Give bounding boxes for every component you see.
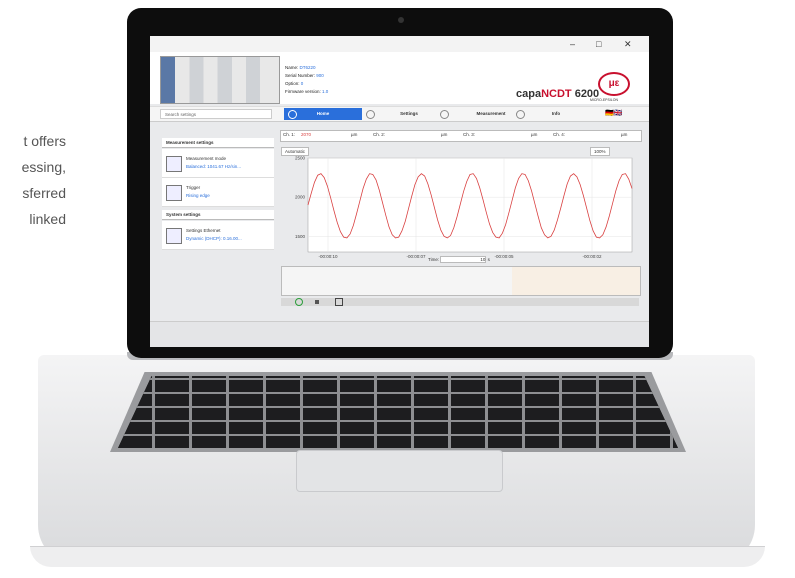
trigger-item[interactable]: Trigger Rising edge [162, 178, 274, 207]
firmware-value: 1.0 [322, 89, 329, 94]
side-text-line-4: linked [29, 211, 66, 227]
product-prefix: capa [516, 88, 542, 100]
channel-3-unit: µm [531, 132, 538, 137]
device-image [160, 56, 280, 104]
option-value: 0 [300, 81, 304, 86]
tab-settings[interactable]: Settings [380, 108, 438, 120]
channel-bar: Ch. 1: 2070 µm Ch. 2: µm Ch. 3: µm Ch. 4… [280, 130, 642, 142]
stop-icon[interactable] [315, 300, 319, 304]
ethernet-icon [166, 228, 182, 244]
name-label: Name: [285, 65, 299, 70]
serial-label: Serial Number: [285, 73, 316, 78]
channel-4-unit: µm [621, 132, 628, 137]
side-text-line-2: essing, [21, 159, 66, 175]
time-control: Time: 10 s [428, 256, 490, 263]
minimize-button[interactable]: – [570, 39, 575, 49]
side-text-line-1: t offers [23, 133, 66, 149]
x-tick-label: -00:00:02 [582, 254, 602, 259]
trigger-label: Trigger [186, 185, 201, 190]
tab-settings-label: Settings [400, 111, 418, 116]
channel-4-label: Ch. 4: [553, 132, 566, 137]
channel-1-value: 2070 [301, 132, 312, 137]
chart-toolbar [281, 298, 639, 306]
info-icon [516, 110, 525, 119]
title-bar: – □ ✕ [150, 36, 649, 52]
measurement-mode-item[interactable]: Measurement mode Balanced: 1041.67 Hz/si… [162, 149, 274, 178]
channel-1-label: Ch. 1: [283, 132, 296, 137]
keyboard-rows [118, 376, 678, 448]
search-input[interactable]: Search settings [160, 109, 272, 119]
channel-2-unit: µm [441, 132, 448, 137]
ethernet-item[interactable]: Settings Ethernet Dynamic (DHCP): 0.16.0… [162, 221, 274, 250]
channel-3-label: Ch. 3: [463, 132, 476, 137]
y-tick-label: 2500 [295, 156, 306, 161]
status-bar [150, 321, 649, 347]
y-tick-label: 2000 [295, 195, 306, 200]
laptop-foot [30, 546, 765, 567]
ethernet-value: Dynamic (DHCP): 0.16.00... [186, 236, 242, 241]
measurement-settings-header: Measurement settings [162, 138, 274, 148]
touchpad [296, 450, 503, 492]
time-input[interactable]: 10 [440, 256, 487, 263]
language-flags-icon[interactable]: 🇩🇪🇬🇧 [605, 109, 622, 117]
serial-value: 900 [316, 73, 324, 78]
overview-window[interactable] [282, 267, 512, 295]
settings-icon [366, 110, 375, 119]
measurement-icon [440, 110, 449, 119]
channel-2-label: Ch. 2: [373, 132, 386, 137]
trigger-icon [166, 185, 182, 201]
product-name: capaNCDT 6200 [516, 88, 599, 100]
tab-info[interactable]: Info [526, 108, 586, 120]
maximize-button[interactable]: □ [596, 39, 601, 49]
logo-text: MICRO-EPSILON [590, 98, 619, 102]
play-icon[interactable] [295, 298, 303, 306]
trigger-value: Rising edge [186, 193, 210, 198]
ethernet-label: Settings Ethernet [186, 228, 221, 233]
x-tick-label: -00:00:10 [318, 254, 338, 259]
tab-info-label: Info [551, 111, 561, 116]
measurement-mode-icon [166, 156, 182, 172]
tab-home-label: Home [316, 111, 330, 116]
option-label: Option: [285, 81, 300, 86]
product-highlight: NCDT [541, 88, 572, 100]
time-label: Time: [428, 257, 440, 262]
x-tick-label: -00:00:05 [494, 254, 514, 259]
y-tick-label: 1500 [295, 234, 306, 239]
device-info: Name: DT6220 Serial Number: 900 Option: … [285, 64, 328, 96]
name-value: DT6220 [299, 65, 316, 70]
side-text-line-3: sferred [22, 185, 66, 201]
x-tick-label: -00:00:07 [406, 254, 426, 259]
camera-icon [398, 17, 404, 23]
overview-strip [281, 266, 641, 296]
micro-epsilon-logo: με [598, 72, 630, 96]
system-settings-header: System settings [162, 210, 274, 220]
measurement-mode-value: Balanced: 1041.67 Hz/sin... [186, 164, 242, 169]
app-window: – □ ✕ Name: DT6220 Serial Number: 900 Op… [150, 36, 649, 347]
time-unit: s [487, 257, 490, 262]
plot-area [307, 157, 633, 253]
close-button[interactable]: ✕ [624, 39, 632, 50]
signal-chart: 2500 2000 1500 -00:00:10 -00:00:07 -00:00:05 -… [295, 156, 633, 259]
save-icon[interactable] [335, 298, 343, 306]
measurement-mode-label: Measurement mode [186, 156, 227, 161]
channel-1-unit: µm [351, 132, 358, 137]
tab-measurement-label: Measurement [476, 111, 506, 116]
home-icon [288, 110, 297, 119]
firmware-label: Firmware version: [285, 89, 321, 94]
